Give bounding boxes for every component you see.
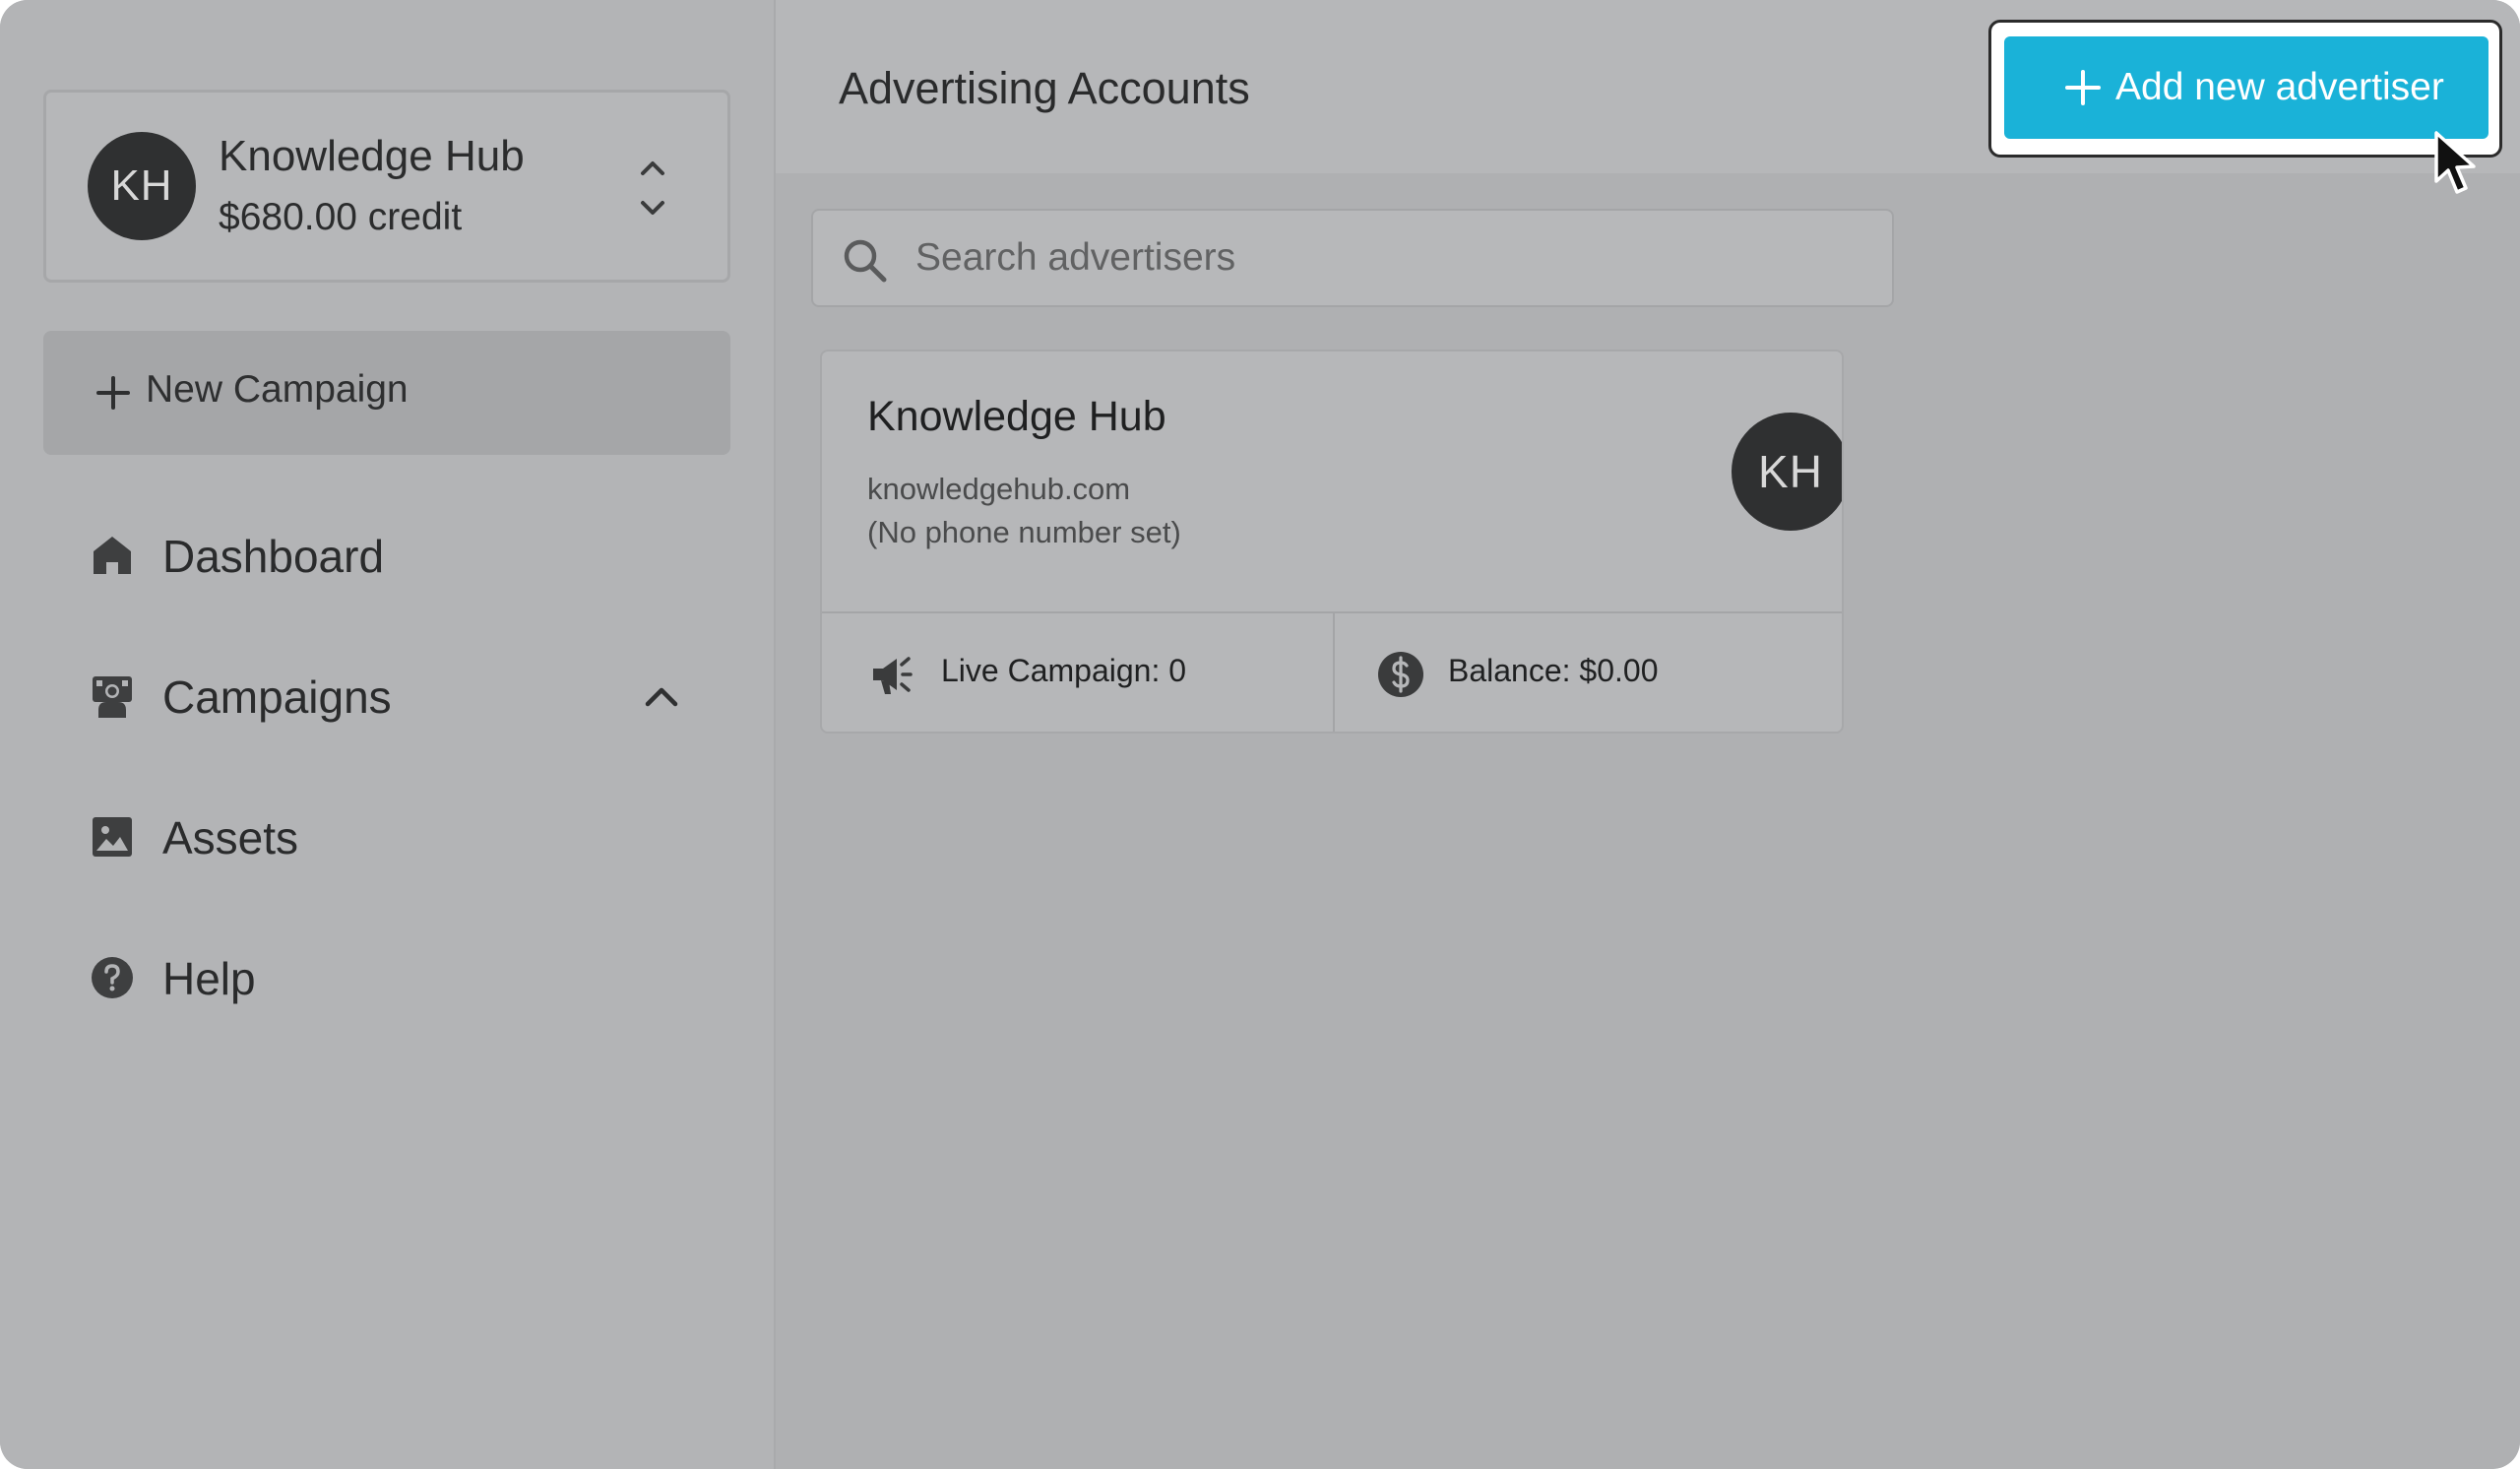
image-icon xyxy=(93,817,132,857)
advertiser-card-footer: Live Campaign: 0 Balance: $0.00 xyxy=(822,611,1842,732)
chevron-up-icon[interactable] xyxy=(642,678,681,714)
page-title: Advertising Accounts xyxy=(839,63,1250,113)
advertiser-avatar: KH xyxy=(1732,413,1842,531)
campaigns-icon xyxy=(93,676,132,718)
balance-label: Balance: $0.00 xyxy=(1448,653,1659,688)
live-campaign-stat: Live Campaign: 0 xyxy=(822,613,1335,732)
sidebar-item-label: Dashboard xyxy=(162,531,385,582)
account-avatar: KH xyxy=(88,132,196,240)
new-campaign-button[interactable]: New Campaign xyxy=(43,331,730,455)
add-new-advertiser-button[interactable]: Add new advertiser xyxy=(2004,36,2488,139)
sidebar-item-label: Campaigns xyxy=(162,671,392,723)
advertiser-phone: (No phone number set) xyxy=(867,515,1181,549)
add-new-advertiser-label: Add new advertiser xyxy=(2115,66,2444,108)
plus-icon xyxy=(96,376,130,410)
help-icon xyxy=(92,957,133,998)
sidebar-item-campaigns[interactable]: Campaigns xyxy=(43,647,730,745)
sidebar: KH Knowledge Hub $680.00 credit New Camp… xyxy=(0,0,776,1469)
advertiser-card[interactable]: Knowledge Hub knowledgehub.com (No phone… xyxy=(820,350,1844,734)
plus-icon xyxy=(2065,70,2101,105)
home-icon xyxy=(94,537,131,574)
megaphone-icon xyxy=(873,657,913,694)
dollar-icon xyxy=(1378,652,1423,697)
account-name: Knowledge Hub xyxy=(219,132,525,180)
account-credit: $680.00 credit xyxy=(219,196,463,238)
new-campaign-label: New Campaign xyxy=(146,368,409,411)
sidebar-item-label: Help xyxy=(162,953,256,1004)
sidebar-item-label: Assets xyxy=(162,812,299,863)
search-box xyxy=(811,209,1894,307)
sidebar-item-dashboard[interactable]: Dashboard xyxy=(43,506,730,605)
main-content: Advertising Accounts Add new advertiser … xyxy=(776,0,2520,1469)
mouse-cursor-icon xyxy=(2434,131,2476,194)
app-window: KH Knowledge Hub $680.00 credit New Camp… xyxy=(0,0,2520,1469)
search-icon xyxy=(844,239,887,283)
search-input[interactable] xyxy=(915,228,1860,287)
balance-stat: Balance: $0.00 xyxy=(1334,613,1842,732)
advertiser-domain: knowledgehub.com xyxy=(867,472,1131,506)
chevron-up-down-icon xyxy=(641,161,664,215)
advertiser-name: Knowledge Hub xyxy=(867,393,1166,440)
sidebar-item-assets[interactable]: Assets xyxy=(43,788,730,886)
live-campaign-label: Live Campaign: 0 xyxy=(941,653,1187,688)
account-switcher[interactable]: KH Knowledge Hub $680.00 credit xyxy=(43,90,730,283)
sidebar-item-help[interactable]: Help xyxy=(43,928,730,1027)
